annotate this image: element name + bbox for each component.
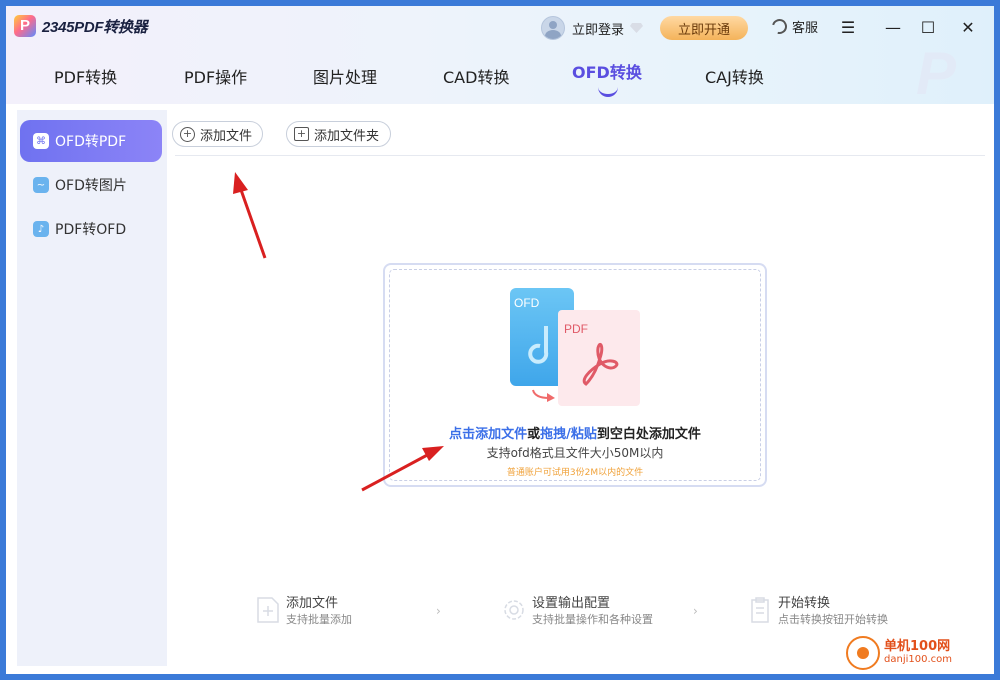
plus-circle-icon: + [180,126,195,142]
drop-rest-text: 到空白处添加文件 [596,427,701,442]
drop-instruction: 点击添加文件或拖拽/粘贴到空白处添加文件 [383,423,767,442]
site-watermark: 单机100网 danji100.com [846,636,952,670]
pdf-doc-icon: ⌘ [33,133,49,149]
sidebar-item-ofd-to-image[interactable]: ~ OFD转图片 [20,164,162,206]
step-chevron-icon: › [436,604,441,618]
steps-guide: 添加文件 支持批量添加 › 设置输出配置 支持批量操作和各种设置 › 开始转换 … [167,596,994,636]
tab-caj-convert[interactable]: CAJ转换 [705,64,764,88]
click-add-file-link[interactable]: 点击添加文件 [449,427,527,442]
step-chevron-icon: › [693,604,698,618]
avatar-icon [541,16,565,40]
ofd-icon: ♪ [33,221,49,237]
diamond-icon [630,23,644,33]
minimize-button[interactable]: — [882,16,904,38]
sidebar-item-pdf-to-ofd[interactable]: ♪ PDF转OFD [20,208,162,250]
tab-pdf-operate[interactable]: PDF操作 [184,64,247,88]
app-logo-icon: P [14,15,36,37]
drag-paste-link[interactable]: 拖拽/粘贴 [540,427,597,442]
service-link[interactable]: 客服 [769,16,819,37]
tab-cad-convert[interactable]: CAD转换 [443,64,509,88]
tab-image-process[interactable]: 图片处理 [313,64,377,88]
step-start-convert: 开始转换 点击转换按钮开始转换 [748,596,888,628]
ofd-tag: OFD [514,296,540,310]
add-folder-button[interactable]: + 添加文件夹 [286,121,391,147]
step-title: 设置输出配置 [532,596,611,611]
convert-arrow-icon [532,389,555,402]
watermark-name: 单机100网 [884,639,951,654]
gear-step-icon [504,600,524,620]
sidebar-item-ofd-to-pdf[interactable]: ⌘ OFD转PDF [20,120,162,162]
menu-icon[interactable]: ☰ [837,16,859,38]
tab-pdf-convert[interactable]: PDF转换 [54,64,117,88]
login-link[interactable]: 立即登录 [541,16,644,40]
step-title: 添加文件 [286,596,339,611]
title-bar: P 2345PDF转换器 立即登录 立即开通 客服 ☰ — ☐ ✕ P PDF转… [6,6,994,104]
acrobat-icon [582,342,619,386]
service-label: 客服 [792,21,819,36]
add-file-step-icon [257,597,279,623]
app-logo: P 2345PDF转换器 [14,15,148,37]
step-title: 开始转换 [778,596,831,611]
sidebar-item-label: OFD转PDF [55,134,127,150]
close-button[interactable]: ✕ [957,16,979,38]
tab-ofd-convert[interactable]: OFD转换 [572,59,642,83]
login-label: 立即登录 [572,22,625,38]
step-desc: 支持批量添加 [286,613,352,626]
watermark-logo-icon [846,636,880,670]
sidebar: ⌘ OFD转PDF ~ OFD转图片 ♪ PDF转OFD [17,110,167,666]
headset-icon [769,16,790,37]
image-icon: ~ [33,177,49,193]
pdf-file-icon: PDF [558,310,640,406]
main-tabs: PDF转换 PDF操作 图片处理 CAD转换 OFD转换 CAJ转换 [6,60,994,100]
drop-trial-tip: 普通账户可试用3份2M以内的文件 [506,468,644,478]
add-folder-label: 添加文件夹 [314,128,380,144]
add-file-button[interactable]: + 添加文件 [172,121,263,147]
add-file-label: 添加文件 [200,128,253,144]
step-add-file: 添加文件 支持批量添加 [256,596,352,628]
pdf-tag: PDF [564,322,588,336]
vip-open-button[interactable]: 立即开通 [660,16,748,40]
plus-square-icon: + [294,127,309,141]
toolbar-divider [175,155,985,156]
ofd-note-icon [528,326,549,364]
app-window: P 2345PDF转换器 立即登录 立即开通 客服 ☰ — ☐ ✕ P PDF转… [6,6,994,674]
clipboard-step-icon [751,597,769,623]
app-title: 2345PDF转换器 [42,18,148,36]
drop-format-hint: 支持ofd格式且文件大小50M以内 [486,446,664,460]
main-content: + 添加文件 + 添加文件夹 OFD PDF 点击添加文件或拖拽/粘贴到空白处添… [167,110,994,674]
step-desc: 点击转换按钮开始转换 [778,613,888,626]
sidebar-item-label: PDF转OFD [55,222,127,238]
step-output-config: 设置输出配置 支持批量操作和各种设置 [502,596,653,628]
step-desc: 支持批量操作和各种设置 [532,613,653,626]
sidebar-item-label: OFD转图片 [55,178,127,194]
watermark-url: danji100.com [884,654,952,665]
maximize-button[interactable]: ☐ [917,16,939,38]
drop-or-text: 或 [527,427,541,442]
